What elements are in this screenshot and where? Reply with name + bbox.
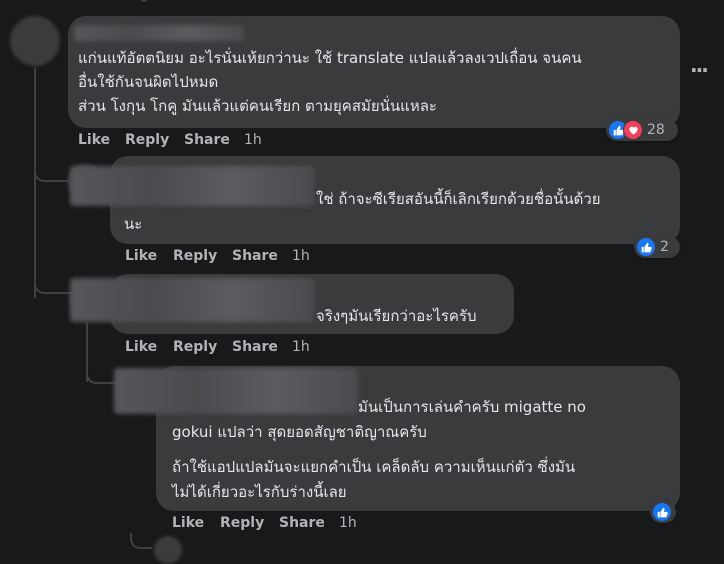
comment-text-line: ไม่ได้เกี่ยวอะไรกับร่างนี้เลย [172, 483, 347, 501]
like-button[interactable]: Like [172, 515, 204, 531]
reply-button[interactable]: Reply [125, 132, 169, 148]
reactions-summary[interactable]: 2 [634, 236, 680, 258]
like-button[interactable]: Like [125, 339, 157, 355]
timestamp[interactable]: 1h [339, 515, 357, 531]
share-button[interactable]: Share [232, 339, 278, 355]
like-icon [652, 502, 672, 522]
reply-button[interactable]: Reply [173, 339, 217, 355]
comment-text-line: จริงๆมันเรียกว่าอะไรครับ [316, 307, 477, 325]
more-options-icon[interactable]: ··· [690, 58, 709, 82]
avatar[interactable] [154, 536, 182, 564]
timestamp[interactable]: 1h [292, 248, 310, 264]
reactions-summary[interactable]: 28 [606, 119, 678, 141]
thread-line-main [34, 68, 36, 298]
previous-comment-stub [140, 0, 148, 2]
comment-text-line: ใช่ ถ้าจะซีเรียสอันนี้ก็เลิกเรียกด้วยชื่… [316, 190, 601, 208]
like-button[interactable]: Like [78, 132, 110, 148]
comment-text-line: ถ้าใช้แอปแปลมันจะแยกคำเป็น เคล็ดลับ ความ… [172, 458, 576, 476]
avatar[interactable] [10, 16, 60, 66]
commenter-name[interactable] [114, 368, 358, 414]
comment-text-line: แก่นแท้อัตตนิยม อะไรนั่นเห้ยกว่านะ ใช้ t… [78, 49, 582, 67]
reaction-count: 28 [647, 122, 665, 138]
commenter-name[interactable] [70, 166, 314, 206]
share-button[interactable]: Share [279, 515, 325, 531]
like-button[interactable]: Like [125, 248, 157, 264]
commenter-name[interactable] [74, 25, 244, 41]
reply-button[interactable]: Reply [220, 515, 264, 531]
comment-text-line: ส่วน โงกุน โกคู มันแล้วแต่คนเรียก ตามยุค… [78, 97, 437, 115]
commenter-name[interactable] [70, 278, 314, 322]
comment-text-line: gokui แปลว่า สุดยอดสัญชาติญาณครับ [172, 423, 427, 441]
comment-text-line: นะ [124, 215, 143, 233]
timestamp[interactable]: 1h [292, 339, 310, 355]
reply-button[interactable]: Reply [173, 248, 217, 264]
share-button[interactable]: Share [184, 132, 230, 148]
reaction-count: 2 [660, 239, 669, 255]
like-icon [636, 237, 656, 257]
reactions-summary[interactable] [650, 501, 676, 523]
timestamp[interactable]: 1h [244, 132, 262, 148]
love-icon [623, 120, 643, 140]
comment-text-line: มันเป็นการเล่นคำครับ migatte no [358, 398, 586, 416]
thread-connector-bottom [130, 533, 152, 549]
thread-connector-reply-3 [86, 360, 116, 384]
comment-text-line: อื่นใช้กันจนผิดไปหมด [78, 73, 219, 91]
share-button[interactable]: Share [232, 248, 278, 264]
